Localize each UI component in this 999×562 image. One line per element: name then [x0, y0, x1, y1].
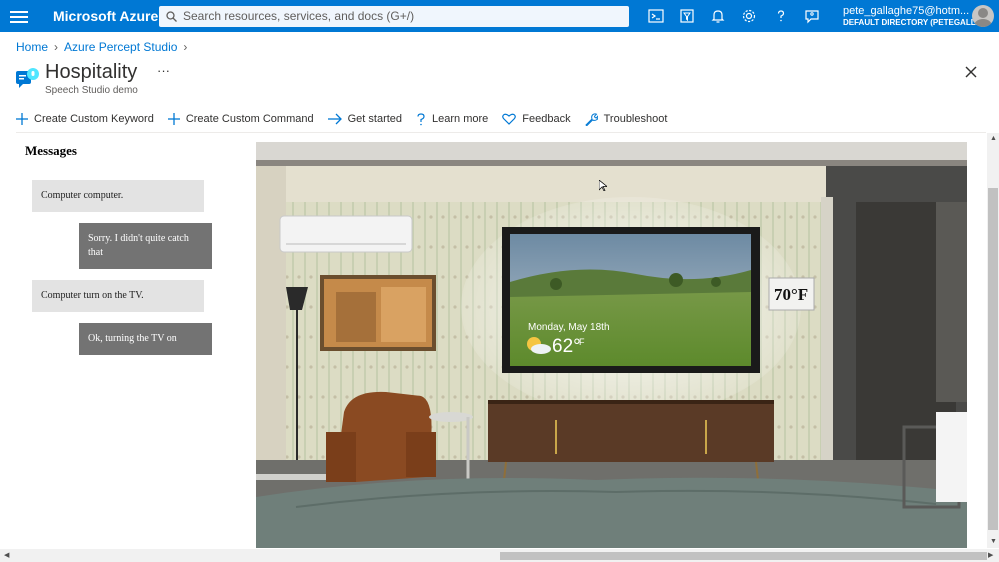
account-name: pete_gallaghe75@hotm... — [843, 5, 970, 17]
help-question-icon[interactable] — [773, 8, 789, 24]
create-custom-keyword-button[interactable]: Create Custom Keyword — [16, 113, 154, 125]
vertical-scroll-thumb[interactable] — [988, 188, 998, 530]
cloud-shell-icon[interactable] — [648, 8, 664, 24]
global-search-input[interactable]: Search resources, services, and docs (G+… — [159, 6, 629, 27]
page-subtitle: Speech Studio demo — [45, 85, 138, 96]
azure-top-bar: Microsoft Azure Search resources, servic… — [0, 0, 999, 32]
plus-icon — [167, 113, 180, 125]
scroll-left-arrow-icon[interactable]: ◀ — [4, 551, 9, 559]
message-bot: Sorry. I didn't quite catch that — [79, 223, 212, 269]
create-custom-keyword-label: Create Custom Keyword — [34, 113, 154, 125]
learn-more-label: Learn more — [432, 113, 489, 125]
wrench-icon — [584, 112, 598, 126]
question-icon — [417, 112, 425, 125]
arrow-right-icon — [327, 113, 342, 125]
message-user: Computer turn on the TV. — [32, 280, 204, 312]
vertical-scrollbar[interactable]: ▲ ▼ — [987, 133, 999, 548]
feedback-button[interactable]: Feedback — [502, 113, 571, 125]
account-directory: DEFAULT DIRECTORY (PETEGALL... — [843, 18, 983, 27]
plus-icon — [16, 113, 28, 125]
create-custom-command-button[interactable]: Create Custom Command — [167, 113, 314, 125]
scroll-down-arrow-icon[interactable]: ▼ — [990, 538, 997, 545]
close-icon[interactable] — [963, 64, 979, 80]
feedback-label: Feedback — [522, 113, 571, 125]
directory-filter-icon[interactable] — [679, 8, 695, 24]
learn-more-button[interactable]: Learn more — [416, 112, 489, 126]
get-started-label: Get started — [347, 113, 403, 125]
scroll-right-arrow-icon[interactable]: ▶ — [988, 551, 993, 559]
breadcrumb-home[interactable]: Home — [16, 40, 48, 54]
horizontal-scrollbar[interactable]: ◀ ▶ — [0, 549, 999, 562]
hamburger-menu-icon[interactable] — [10, 8, 28, 24]
command-bar-divider — [16, 132, 986, 133]
page-title: Hospitality — [45, 61, 138, 83]
chevron-right-icon: › — [54, 40, 59, 54]
tv-temperature-unit: F — [579, 337, 585, 347]
breadcrumb-percept-studio[interactable]: Azure Percept Studio — [64, 40, 177, 54]
settings-gear-icon[interactable] — [741, 8, 757, 24]
message-bot: Ok, turning the TV on — [79, 323, 212, 355]
avatar[interactable] — [972, 5, 994, 27]
mouse-cursor-icon — [599, 180, 607, 191]
account-info[interactable]: pete_gallaghe75@hotm... DEFAULT DIRECTOR… — [843, 5, 982, 29]
notifications-bell-icon[interactable] — [710, 8, 726, 24]
troubleshoot-label: Troubleshoot — [603, 113, 668, 125]
more-options-button[interactable]: ··· — [157, 63, 170, 78]
message-user: Computer computer. — [32, 180, 204, 212]
create-custom-command-label: Create Custom Command — [185, 113, 314, 125]
azure-brand[interactable]: Microsoft Azure — [53, 8, 158, 24]
thermostat-reading: 70°F — [774, 285, 808, 304]
command-bar: Create Custom Keyword Create Custom Comm… — [16, 110, 681, 128]
chevron-right-icon: › — [183, 40, 188, 54]
breadcrumb: Home › Azure Percept Studio › — [16, 40, 193, 54]
get-started-button[interactable]: Get started — [327, 113, 403, 125]
search-icon — [166, 11, 177, 22]
feedback-icon[interactable] — [804, 8, 820, 24]
search-placeholder: Search resources, services, and docs (G+… — [183, 9, 415, 23]
speech-resource-icon — [16, 68, 39, 88]
horizontal-scroll-thumb[interactable] — [500, 552, 987, 560]
messages-title: Messages — [25, 143, 77, 158]
troubleshoot-button[interactable]: Troubleshoot — [584, 112, 668, 126]
heart-icon — [502, 113, 517, 125]
tv-date: Monday, May 18th — [528, 322, 610, 333]
tv-temperature: 62° — [552, 336, 581, 357]
scroll-up-arrow-icon[interactable]: ▲ — [990, 135, 997, 142]
room-illustration: Monday, May 18th 62° F 70°F — [256, 142, 967, 548]
hotel-room-scene: Monday, May 18th 62° F 70°F — [256, 142, 967, 548]
